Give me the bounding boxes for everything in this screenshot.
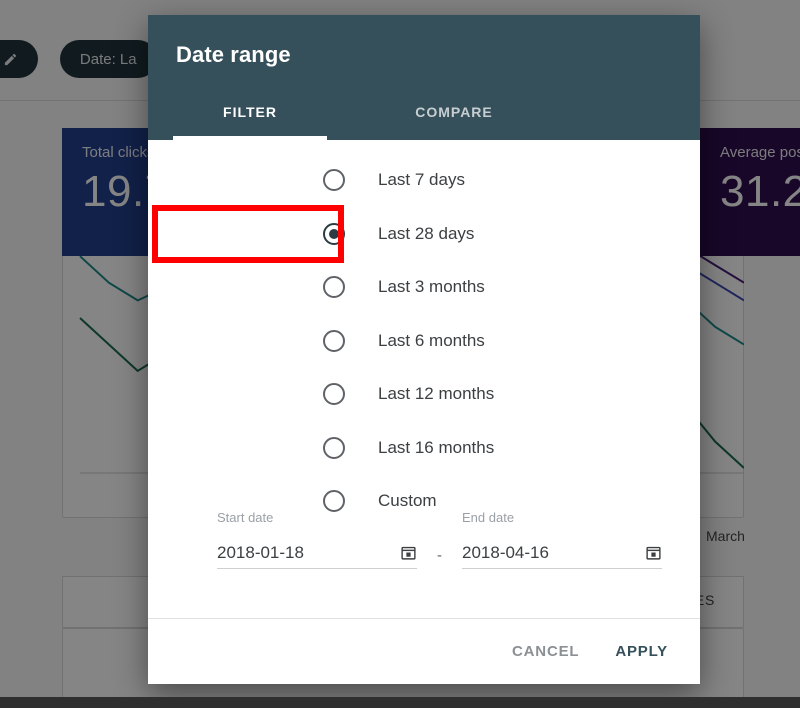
date-range-option-label: Last 7 days xyxy=(378,170,465,189)
tab-filter[interactable]: FILTER xyxy=(148,92,352,140)
radio-icon[interactable] xyxy=(323,169,345,191)
date-range-option-label: Last 6 months xyxy=(378,330,485,350)
start-date-value: 2018-01-18 xyxy=(217,542,304,562)
dialog-title: Date range xyxy=(176,42,291,67)
start-date-caption: Start date xyxy=(217,510,274,525)
date-range-option-label: Last 12 months xyxy=(378,384,495,403)
custom-date-fields: Start date 2018-01-18 - End date 2018-04… xyxy=(148,510,700,582)
end-date-caption: End date xyxy=(462,510,515,525)
screenshot-root: : Web Date: La March CES xyxy=(0,0,800,708)
dialog-tabs: FILTER COMPARE xyxy=(148,92,700,140)
radio-icon[interactable] xyxy=(323,490,345,512)
start-date-field[interactable]: Start date 2018-01-18 xyxy=(217,510,417,569)
cancel-button[interactable]: CANCEL xyxy=(508,637,583,666)
date-range-option-1[interactable]: Last 28 days xyxy=(148,207,700,261)
date-range-option-2[interactable]: Last 3 months xyxy=(148,260,700,314)
radio-icon[interactable] xyxy=(323,436,345,459)
date-range-option-5[interactable]: Last 16 months xyxy=(148,421,700,475)
dialog-header: Date range FILTER COMPARE xyxy=(148,15,700,140)
calendar-icon[interactable] xyxy=(400,544,417,561)
date-range-option-label: Last 28 days xyxy=(378,223,475,243)
radio-icon[interactable] xyxy=(323,383,345,405)
date-range-option-label: Last 3 months xyxy=(378,277,485,296)
date-range-option-label: Custom xyxy=(378,491,437,510)
date-range-dialog: Date range FILTER COMPARE Last 7 days Las… xyxy=(148,15,700,684)
date-range-option-4[interactable]: Last 12 months xyxy=(148,367,700,421)
window-bottom-bar xyxy=(0,697,800,708)
radio-icon[interactable] xyxy=(323,329,345,352)
dialog-body: Last 7 days Last 28 days Last 3 months Last… xyxy=(148,140,700,618)
radio-icon[interactable] xyxy=(323,276,345,298)
tab-compare[interactable]: COMPARE xyxy=(352,92,556,140)
calendar-icon[interactable] xyxy=(645,544,662,561)
apply-button[interactable]: APPLY xyxy=(611,637,672,666)
date-range-option-3[interactable]: Last 6 months xyxy=(148,314,700,368)
radio-icon[interactable] xyxy=(323,222,345,245)
end-date-field[interactable]: End date 2018-04-16 xyxy=(462,510,662,569)
date-range-option-0[interactable]: Last 7 days xyxy=(148,153,700,207)
end-date-input[interactable]: 2018-04-16 xyxy=(462,537,662,569)
start-date-input[interactable]: 2018-01-18 xyxy=(217,537,417,569)
dialog-footer: CANCEL APPLY xyxy=(148,618,700,684)
date-range-separator: - xyxy=(437,547,442,564)
date-range-option-label: Last 16 months xyxy=(378,437,495,457)
end-date-value: 2018-04-16 xyxy=(462,542,549,562)
